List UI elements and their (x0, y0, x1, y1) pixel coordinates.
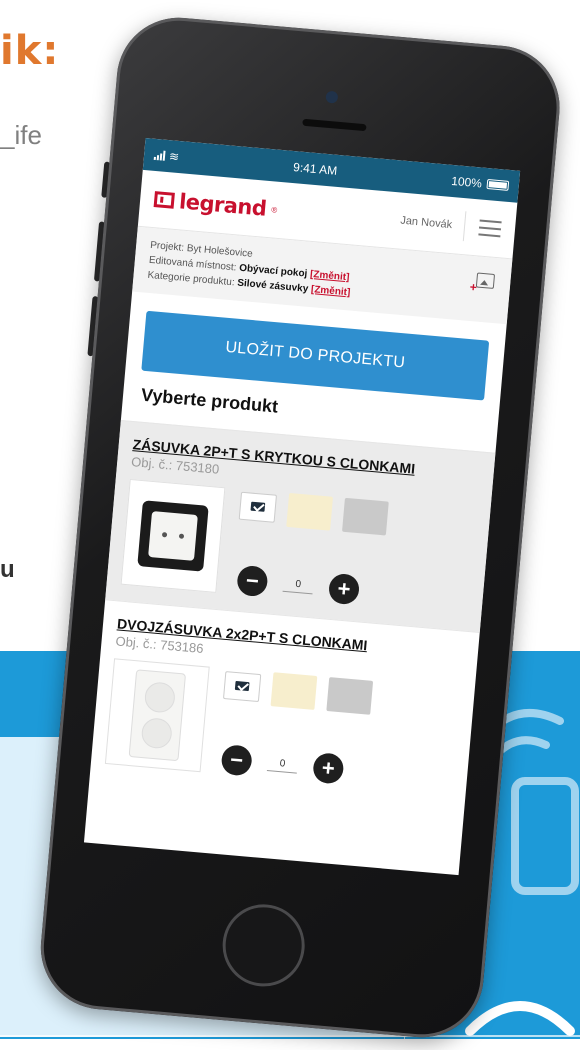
project-label: Projekt: (149, 239, 185, 254)
user-name[interactable]: Jan Novák (399, 205, 467, 242)
minus-icon[interactable]: − (236, 564, 269, 598)
background-subtext: _ife (0, 120, 42, 150)
battery-icon (486, 178, 510, 191)
color-swatch-white-selected[interactable] (222, 671, 262, 703)
smartphone: ≋ 9:41 AM 100% legrand ® Jan Novák Proje… (7, 10, 580, 1050)
color-swatch-grey[interactable] (326, 677, 374, 715)
battery-percent: 100% (450, 173, 483, 191)
quantity-stepper: − + (236, 564, 470, 615)
change-category-link[interactable]: [Změnit] (311, 284, 351, 298)
checkmark-icon (253, 500, 265, 512)
plus-icon[interactable]: + (327, 572, 361, 606)
color-options (238, 489, 476, 543)
color-swatch-ivory[interactable] (286, 492, 334, 531)
change-room-link[interactable]: [Změnit] (310, 269, 350, 283)
phone-screen: ≋ 9:41 AM 100% legrand ® Jan Novák Proje… (83, 138, 521, 876)
background-side-text: u (0, 556, 15, 583)
minus-icon[interactable]: − (220, 744, 253, 777)
legrand-logo[interactable]: legrand ® (153, 187, 278, 222)
color-options (222, 668, 461, 722)
hamburger-menu-icon[interactable] (478, 219, 502, 238)
product-image[interactable] (120, 478, 226, 593)
color-swatch-grey[interactable] (342, 497, 389, 536)
double-socket-image (128, 669, 187, 762)
quantity-input[interactable] (282, 575, 314, 595)
color-swatch-ivory[interactable] (270, 672, 318, 710)
color-swatch-white-selected[interactable] (238, 491, 277, 523)
socket-image (137, 500, 209, 572)
signal-icon (153, 150, 166, 161)
wifi-icon: ≋ (168, 149, 180, 165)
legrand-logo-icon (153, 191, 175, 209)
logo-text: legrand (178, 189, 268, 221)
product-item: DVOJZÁSUVKA 2x2P+T S CLONKAMI Obj. č.: 7… (89, 599, 480, 812)
checkmark-icon (237, 680, 249, 692)
category-value: Silové zásuvky (236, 277, 309, 295)
add-image-icon[interactable] (475, 272, 496, 289)
product-image[interactable] (104, 658, 210, 773)
quantity-input[interactable] (266, 755, 299, 774)
plus-icon[interactable]: + (312, 752, 345, 785)
logo-registered-mark: ® (270, 204, 278, 215)
status-time: 9:41 AM (292, 160, 338, 178)
quantity-stepper: − + (220, 744, 454, 794)
background-heading: ik: (0, 28, 60, 74)
save-to-project-button[interactable]: ULOŽIT DO PROJEKTU (141, 310, 490, 401)
product-item: ZÁSUVKA 2P+T S KRYTKOU S CLONKAMI Obj. č… (105, 419, 496, 633)
